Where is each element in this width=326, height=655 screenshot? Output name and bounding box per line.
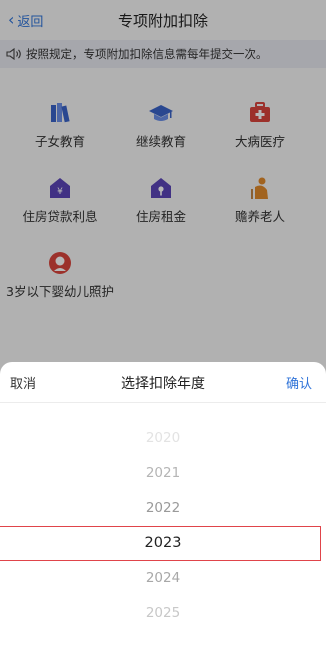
year-option[interactable]: 2024 bbox=[0, 570, 326, 586]
picker-title: 选择扣除年度 bbox=[121, 376, 205, 392]
year-option[interactable]: 2025 bbox=[0, 605, 326, 621]
year-option[interactable]: 2022 bbox=[0, 500, 326, 516]
year-option[interactable]: 2020 bbox=[0, 430, 326, 446]
year-option[interactable]: 2021 bbox=[0, 465, 326, 481]
year-picker-sheet: 取消 选择扣除年度 确认 2020 2021 2022 2023 2024 20… bbox=[0, 362, 326, 655]
year-option-selected[interactable]: 2023 bbox=[0, 535, 326, 551]
picker-header: 取消 选择扣除年度 确认 bbox=[0, 362, 326, 403]
confirm-button[interactable]: 确认 bbox=[286, 373, 312, 392]
